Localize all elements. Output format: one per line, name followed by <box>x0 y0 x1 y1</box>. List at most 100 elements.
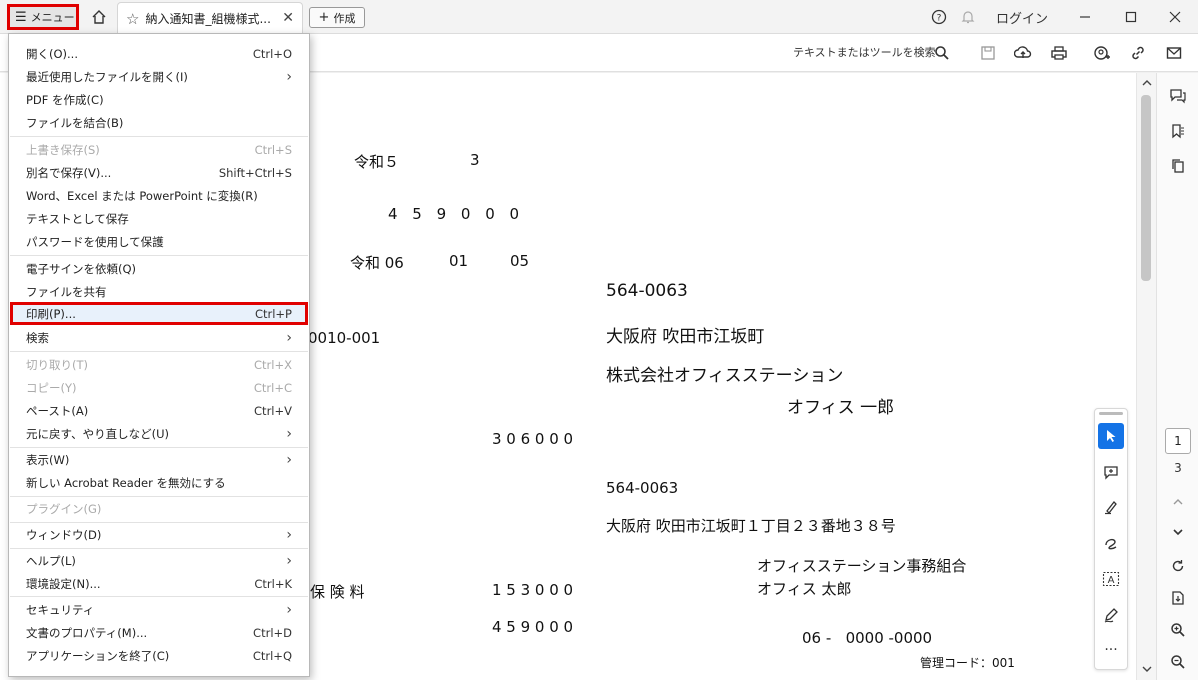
more-tools-button[interactable]: ··· <box>1098 637 1124 663</box>
save-icon <box>981 46 995 60</box>
chevron-right-icon: › <box>286 526 292 543</box>
close-tab-icon[interactable]: ✕ <box>282 10 294 26</box>
menu-item-disable-new-reader[interactable]: 新しい Acrobat Reader を無効にする <box>10 471 308 494</box>
amount-2: 1 5 3 0 0 0 <box>492 581 574 599</box>
login-label: ログイン <box>996 11 1049 27</box>
chevron-right-icon: › <box>286 68 292 85</box>
text-recognition-tool-button[interactable]: A <box>1098 566 1124 592</box>
upload-cloud-button[interactable] <box>1012 42 1034 64</box>
print-button[interactable] <box>1048 42 1070 64</box>
menu-item-save[interactable]: 上書き保存(S) Ctrl+S <box>10 138 308 161</box>
save-button[interactable] <box>977 42 999 64</box>
phone-number: 06 - 0000 -0000 <box>802 629 933 647</box>
search-button[interactable] <box>931 42 953 64</box>
maximize-button[interactable] <box>1124 6 1138 28</box>
menu-item-save-as-text[interactable]: テキストとして保存 <box>10 207 308 230</box>
help-button[interactable]: ? <box>931 6 947 28</box>
chevron-right-icon: › <box>286 451 292 468</box>
menu-item-plugins[interactable]: プラグイン(G) <box>10 497 308 520</box>
menu-item-label: コピー(Y) <box>26 380 77 395</box>
menu-item-combine-files[interactable]: ファイルを結合(B) <box>10 111 308 134</box>
menu-item-print[interactable]: 印刷(P)... Ctrl+P <box>10 302 308 325</box>
menu-item-security[interactable]: セキュリティ › <box>10 598 308 621</box>
menu-item-create-pdf[interactable]: PDF を作成(C) <box>10 88 308 111</box>
menu-item-save-as[interactable]: 別名で保存(V)... Shift+Ctrl+S <box>10 161 308 184</box>
menu-item-cut[interactable]: 切り取り(T) Ctrl+X <box>10 353 308 376</box>
menu-item-label: 印刷(P)... <box>26 306 76 321</box>
menu-item-label: 環境設定(N)... <box>26 576 101 591</box>
menu-item-document-properties[interactable]: 文書のプロパティ(M)... Ctrl+D <box>10 621 308 644</box>
menu-item-label: 文書のプロパティ(M)... <box>26 625 148 640</box>
scroll-thumb[interactable] <box>1141 95 1151 281</box>
login-button[interactable]: ログイン <box>996 6 1048 28</box>
previous-page-button[interactable] <box>1167 491 1189 513</box>
menu-item-preferences[interactable]: 環境設定(N)... Ctrl+K <box>10 572 308 595</box>
notifications-button[interactable] <box>960 6 976 28</box>
person-name-2: オフィス 太郎 <box>757 580 852 598</box>
plus-icon: + <box>318 10 330 25</box>
scroll-up-icon[interactable] <box>1142 79 1152 87</box>
vertical-scrollbar[interactable] <box>1136 73 1156 680</box>
menu-item-exit[interactable]: アプリケーションを終了(C) Ctrl+Q <box>10 644 308 667</box>
menu-button[interactable]: ☰ メニュー <box>7 4 79 30</box>
page-export-icon <box>1172 591 1184 605</box>
menu-item-shortcut: Ctrl+P <box>254 306 292 321</box>
email-button[interactable] <box>1163 42 1185 64</box>
menu-button-label: メニュー <box>30 11 75 24</box>
draw-tool-button[interactable] <box>1098 530 1124 556</box>
current-page-input[interactable]: 1 <box>1165 428 1191 454</box>
menu-item-request-signature[interactable]: 電子サインを依頼(Q) <box>10 257 308 280</box>
menu-item-recent-files[interactable]: 最近使用したファイルを開く(I) › <box>10 65 308 88</box>
menu-item-undo-redo[interactable]: 元に戻す、やり直しなど(U) › <box>10 422 308 445</box>
menu-item-paste[interactable]: ペースト(A) Ctrl+V <box>10 399 308 422</box>
copy-link-button[interactable] <box>1127 42 1149 64</box>
tool-search-label[interactable]: テキストまたはツールを検索 <box>793 44 936 60</box>
menu-item-window[interactable]: ウィンドウ(D) › <box>10 523 308 546</box>
menu-item-convert-office[interactable]: Word、Excel または PowerPoint に変換(R) <box>10 184 308 207</box>
hamburger-icon: ☰ <box>15 9 27 25</box>
close-window-button[interactable] <box>1168 6 1182 28</box>
chevron-down-icon <box>1173 529 1183 536</box>
menu-separator <box>10 136 308 137</box>
highlight-tool-button[interactable] <box>1098 494 1124 520</box>
home-button[interactable] <box>88 7 110 27</box>
minimize-button[interactable] <box>1078 6 1092 28</box>
extract-page-button[interactable] <box>1167 587 1189 609</box>
zoom-out-button[interactable] <box>1167 651 1189 673</box>
create-button[interactable]: + 作成 <box>309 7 365 28</box>
menu-item-open[interactable]: 開く(O)... Ctrl+O <box>10 42 308 65</box>
comments-panel-button[interactable] <box>1167 85 1189 107</box>
next-page-button[interactable] <box>1167 521 1189 543</box>
bookmarks-panel-button[interactable] <box>1167 120 1189 142</box>
menu-item-copy[interactable]: コピー(Y) Ctrl+C <box>10 376 308 399</box>
menu-item-view[interactable]: 表示(W) › <box>10 448 308 471</box>
rotate-button[interactable] <box>1167 555 1189 577</box>
total-amount-top: 4 5 9 0 0 0 <box>388 205 520 223</box>
company-name-2: オフィスステーション事務組合 <box>757 557 967 575</box>
drag-handle[interactable] <box>1099 412 1123 415</box>
menu-item-search[interactable]: 検索 › <box>10 326 308 349</box>
document-tab[interactable]: ☆ 納入通知書_組機様式... ✕ <box>117 2 303 34</box>
minimize-icon <box>1080 16 1090 18</box>
zoom-in-button[interactable] <box>1167 619 1189 641</box>
reference-code: 0010-001 <box>308 329 381 347</box>
management-code: 管理コード：001 <box>920 656 1015 670</box>
select-tool-button[interactable] <box>1098 423 1124 449</box>
comments-icon <box>1170 89 1186 104</box>
bookmark-icon <box>1172 124 1184 139</box>
scroll-down-icon[interactable] <box>1142 665 1152 673</box>
issue-month: 01 <box>449 252 469 270</box>
comment-tool-button[interactable] <box>1098 459 1124 485</box>
share-user-button[interactable] <box>1091 42 1113 64</box>
sign-tool-button[interactable] <box>1098 602 1124 628</box>
menu-item-shortcut: Ctrl+O <box>252 46 292 61</box>
chevron-up-icon <box>1173 499 1183 505</box>
chevron-right-icon: › <box>286 425 292 442</box>
menu-item-label: PDF を作成(C) <box>26 92 104 107</box>
menu-item-share-file[interactable]: ファイルを共有 <box>10 280 308 303</box>
chevron-right-icon: › <box>286 601 292 618</box>
pages-panel-button[interactable] <box>1167 155 1189 177</box>
menu-item-help[interactable]: ヘルプ(L) › <box>10 549 308 572</box>
star-icon[interactable]: ☆ <box>126 10 139 28</box>
menu-item-password-protect[interactable]: パスワードを使用して保護 <box>10 230 308 253</box>
